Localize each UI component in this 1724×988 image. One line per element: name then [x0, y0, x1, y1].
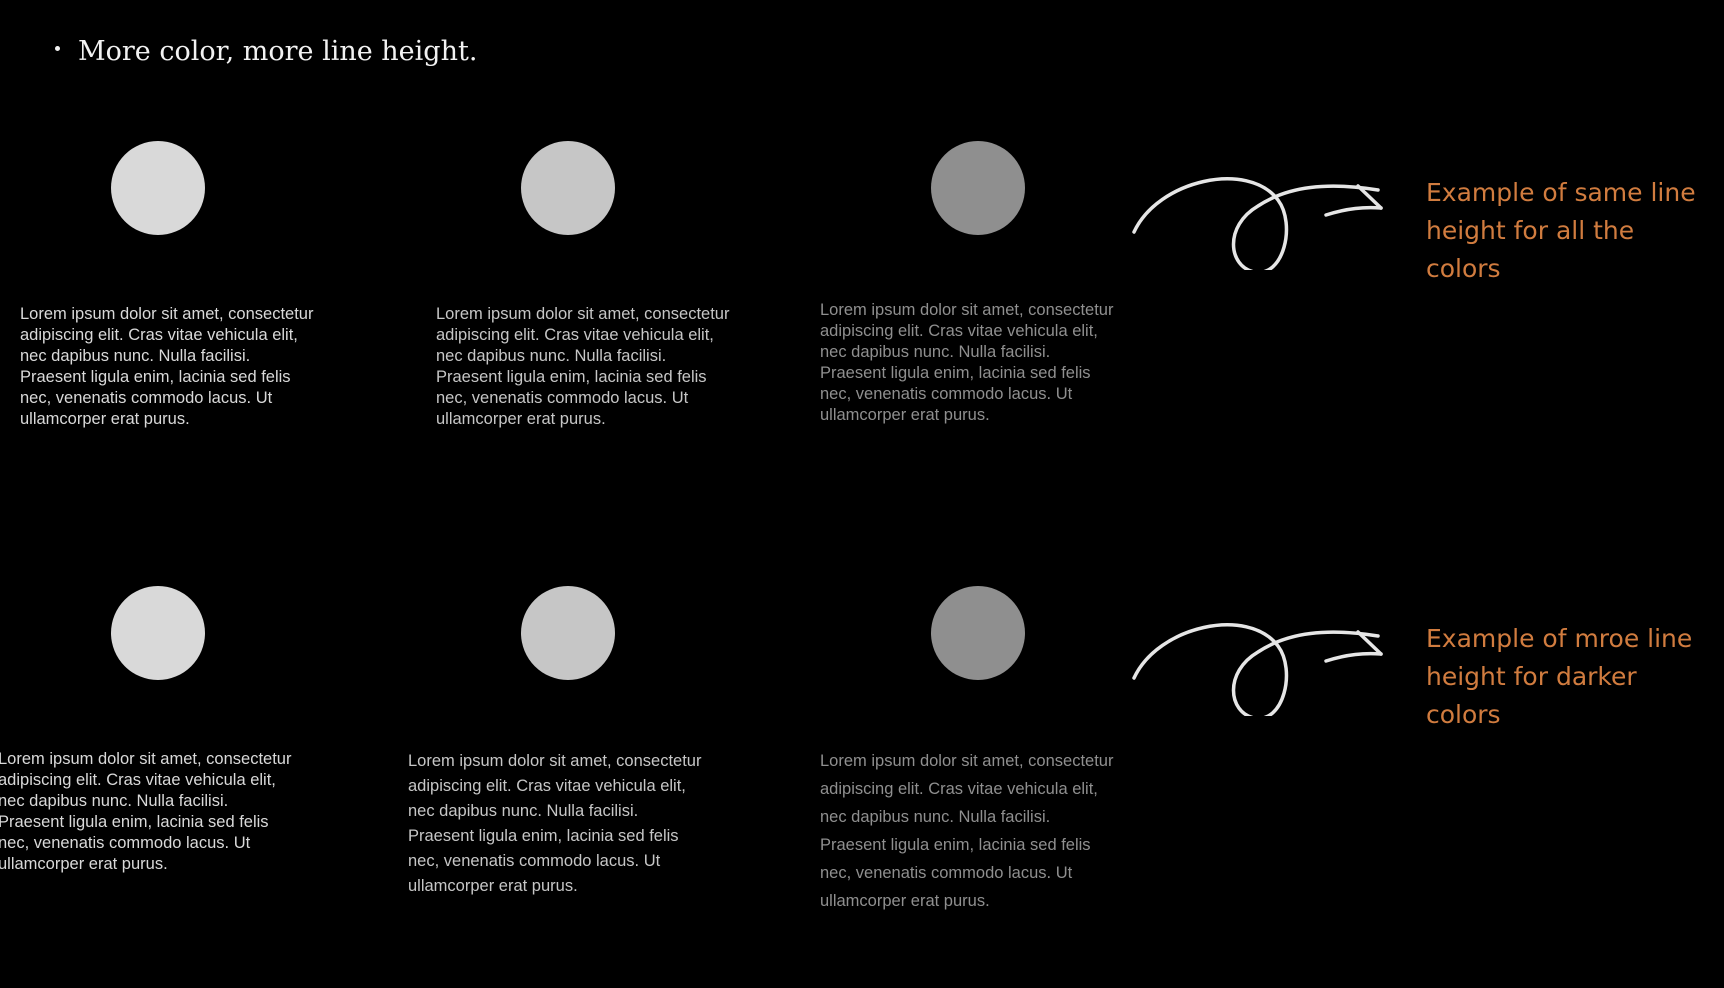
paragraph-line: Praesent ligula enim, lacinia sed felis: [436, 368, 707, 386]
sample-paragraph-dark: Lorem ipsum dolor sit amet, consectetur …: [820, 747, 1160, 915]
paragraph-line: Praesent ligula enim, lacinia sed felis: [0, 813, 269, 831]
paragraph-line: Praesent ligula enim, lacinia sed felis: [820, 836, 1091, 854]
paragraph-line: adipiscing elit. Cras vitae vehicula eli…: [0, 771, 276, 789]
paragraph-line: adipiscing elit. Cras vitae vehicula eli…: [20, 326, 298, 344]
sample-paragraph-mid: Lorem ipsum dolor sit amet, consectetur …: [408, 749, 748, 899]
paragraph-line: nec, venenatis commodo lacus. Ut: [820, 385, 1073, 403]
slide-heading: More color, more line height.: [55, 36, 477, 67]
paragraph-line: adipiscing elit. Cras vitae vehicula eli…: [408, 777, 686, 795]
paragraph-line: nec, venenatis commodo lacus. Ut: [408, 852, 661, 870]
annotation-same-line-height: Example of same line height for all the …: [1426, 174, 1724, 288]
curly-arrow-icon: [1132, 177, 1383, 270]
paragraph-line: nec dapibus nunc. Nulla facilisi.: [436, 347, 667, 365]
paragraph-line: Praesent ligula enim, lacinia sed felis: [20, 368, 291, 386]
curly-arrow-icon: [1132, 623, 1383, 716]
swatch-mid: [521, 586, 615, 680]
paragraph-line: Praesent ligula enim, lacinia sed felis: [408, 827, 679, 845]
paragraph-line: nec dapibus nunc. Nulla facilisi.: [20, 347, 251, 365]
annotation-line: height for darker: [1426, 662, 1637, 691]
annotation-line: colors: [1426, 254, 1501, 283]
paragraph-line: Lorem ipsum dolor sit amet, consectetur: [20, 305, 314, 323]
paragraph-line: ullamcorper erat purus.: [436, 410, 606, 428]
paragraph-line: nec dapibus nunc. Nulla facilisi.: [0, 792, 229, 810]
paragraph-line: nec, venenatis commodo lacus. Ut: [436, 389, 689, 407]
paragraph-line: Praesent ligula enim, lacinia sed felis: [820, 364, 1091, 382]
swatch-light: [111, 141, 205, 235]
annotation-line: colors: [1426, 700, 1501, 729]
paragraph-line: adipiscing elit. Cras vitae vehicula eli…: [436, 326, 714, 344]
paragraph-line: nec dapibus nunc. Nulla facilisi.: [408, 802, 639, 820]
sample-paragraph-mid: Lorem ipsum dolor sit amet, consectetur …: [436, 304, 776, 430]
paragraph-line: adipiscing elit. Cras vitae vehicula eli…: [820, 322, 1098, 340]
paragraph-line: nec dapibus nunc. Nulla facilisi.: [820, 808, 1051, 826]
annotation-line: Example of same line: [1426, 178, 1696, 207]
swatch-light: [111, 586, 205, 680]
swatch-mid: [521, 141, 615, 235]
bullet-dot: [55, 46, 60, 51]
annotation-line: Example of mroe line: [1426, 624, 1693, 653]
paragraph-line: Lorem ipsum dolor sit amet, consectetur: [436, 305, 730, 323]
heading-text: More color, more line height.: [78, 36, 478, 67]
swatch-dark: [931, 586, 1025, 680]
sample-paragraph-dark: Lorem ipsum dolor sit amet, consectetur …: [820, 300, 1160, 426]
paragraph-line: ullamcorper erat purus.: [0, 855, 168, 873]
paragraph-line: adipiscing elit. Cras vitae vehicula eli…: [820, 780, 1098, 798]
annotation-more-line-height: Example of mroe line height for darker c…: [1426, 620, 1724, 734]
paragraph-line: Lorem ipsum dolor sit amet, consectetur: [820, 752, 1114, 770]
annotation-line: height for all the: [1426, 216, 1635, 245]
paragraph-line: ullamcorper erat purus.: [20, 410, 190, 428]
paragraph-line: ullamcorper erat purus.: [820, 406, 990, 424]
paragraph-line: nec, venenatis commodo lacus. Ut: [820, 864, 1073, 882]
sample-paragraph-light: Lorem ipsum dolor sit amet, consectetur …: [20, 304, 360, 430]
paragraph-line: nec, venenatis commodo lacus. Ut: [20, 389, 273, 407]
paragraph-line: ullamcorper erat purus.: [408, 877, 578, 895]
sample-paragraph-light: Lorem ipsum dolor sit amet, consectetur …: [0, 749, 338, 875]
paragraph-line: Lorem ipsum dolor sit amet, consectetur: [820, 301, 1114, 319]
paragraph-line: ullamcorper erat purus.: [820, 892, 990, 910]
swatch-dark: [931, 141, 1025, 235]
paragraph-line: nec dapibus nunc. Nulla facilisi.: [820, 343, 1051, 361]
paragraph-line: Lorem ipsum dolor sit amet, consectetur: [408, 752, 702, 770]
paragraph-line: nec, venenatis commodo lacus. Ut: [0, 834, 251, 852]
paragraph-line: Lorem ipsum dolor sit amet, consectetur: [0, 750, 292, 768]
